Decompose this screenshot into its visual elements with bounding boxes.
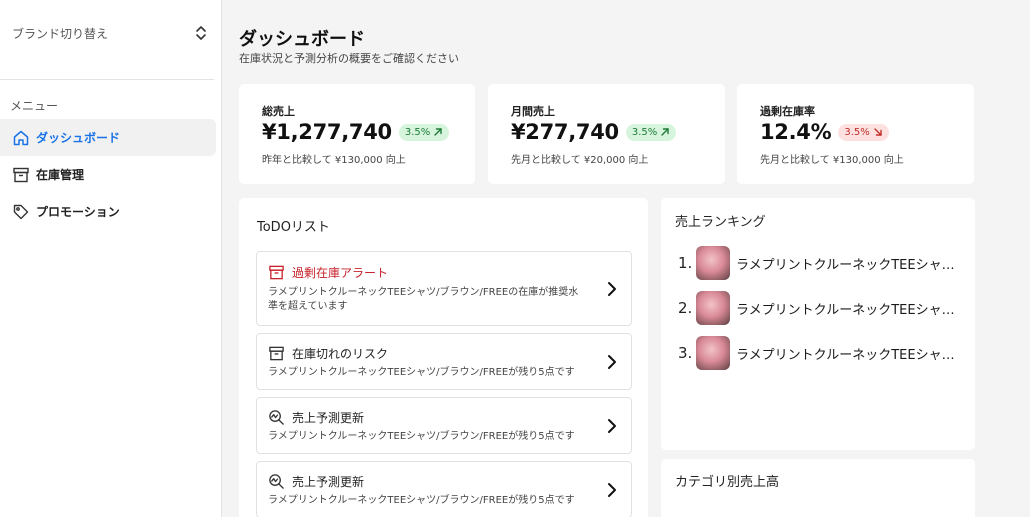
todo-item-title: 売上予測更新 — [292, 475, 365, 489]
sidebar-nav: ダッシュボード 在庫管理 プロモーション — [0, 119, 216, 230]
product-thumbnail — [696, 246, 730, 280]
kpi-label: 総売上 — [262, 105, 295, 118]
ranking-item[interactable]: 1. ラメプリントクルーネックTEEシャツ/ブラウン/FREE — [678, 246, 958, 280]
page-title: ダッシュボード — [239, 29, 365, 50]
chevron-right-icon — [608, 419, 616, 433]
ranking-item[interactable]: 2. ラメプリントクルーネックTEEシャツ/ブラウン/FREE — [678, 291, 958, 325]
brand-switcher-label: ブランド切り替え — [12, 26, 109, 41]
sidebar-divider — [0, 79, 214, 80]
product-thumbnail — [696, 336, 730, 370]
todo-item-desc: ラメプリントクルーネックTEEシャツ/ブラウン/FREEが残り5点です — [268, 367, 575, 378]
todo-item-desc: ラメプリントクルーネックTEEシャツ/ブラウン/FREEが残り5点です — [268, 431, 575, 442]
todo-item-overstock-alert[interactable]: 過剰在庫アラート ラメプリントクルーネックTEEシャツ/ブラウン/FREEの在庫… — [256, 251, 632, 326]
trend-badge: 3.5% — [838, 123, 889, 141]
ranking-number: 2. — [678, 299, 693, 317]
menu-heading: メニュー — [10, 99, 59, 113]
kpi-note: 先月と比較して ¥20,000 向上 — [511, 155, 649, 166]
home-icon — [12, 129, 30, 147]
product-name: ラメプリントクルーネックTEEシャツ/ブラウン/FREE — [736, 347, 958, 363]
arrow-up-right-icon — [661, 128, 669, 136]
ranking-item[interactable]: 3. ラメプリントクルーネックTEEシャツ/ブラウン/FREE — [678, 336, 958, 370]
todo-item-desc: ラメプリントクルーネックTEEシャツ/ブラウン/FREEの在庫が推奨水準を超えて… — [268, 287, 579, 312]
ranking-number: 1. — [678, 254, 693, 272]
brand-switcher[interactable]: ブランド切り替え — [12, 18, 208, 48]
todo-title: ToDOリスト — [257, 220, 330, 235]
chevron-right-icon — [608, 483, 616, 497]
product-name: ラメプリントクルーネックTEEシャツ/ブラウン/FREE — [736, 302, 958, 318]
sidebar-item-label: ダッシュボード — [36, 131, 121, 145]
chevron-right-icon — [608, 282, 616, 296]
kpi-note: 先月と比較して ¥130,000 向上 — [760, 155, 904, 166]
arrow-down-right-icon — [874, 128, 882, 136]
todo-card: ToDOリスト 過剰在庫アラート ラメプリントクルーネックTEEシャツ/ブラウン… — [239, 198, 648, 517]
sidebar-item-promotion[interactable]: プロモーション — [0, 193, 216, 230]
trend-badge-text: 3.5% — [631, 126, 658, 138]
archive-icon — [269, 265, 284, 280]
trend-badge: 3.5% — [398, 123, 450, 141]
product-name: ラメプリントクルーネックTEEシャツ/ブラウン/FREE — [736, 257, 958, 273]
todo-item-stockout-risk[interactable]: 在庫切れのリスク ラメプリントクルーネックTEEシャツ/ブラウン/FREEが残り… — [256, 333, 632, 390]
sidebar-item-inventory[interactable]: 在庫管理 — [0, 156, 216, 193]
kpi-value: 12.4% — [760, 120, 832, 144]
chevron-up-down-icon — [194, 24, 208, 42]
kpi-label: 月間売上 — [511, 105, 555, 118]
todo-item-title: 在庫切れのリスク — [292, 347, 389, 361]
kpi-card-monthly-sales: 月間売上 ¥277,740 3.5% 先月と比較して ¥20,000 向上 — [488, 84, 725, 184]
category-sales-title: カテゴリ別売上高 — [675, 475, 780, 490]
todo-item-title: 売上予測更新 — [292, 411, 365, 425]
page-subtitle: 在庫状況と予測分析の概要をご確認ください — [239, 52, 459, 65]
todo-item-title: 過剰在庫アラート — [292, 266, 389, 280]
search-chart-icon — [269, 474, 284, 489]
todo-item-desc: ラメプリントクルーネックTEEシャツ/ブラウン/FREEが残り5点です — [268, 495, 575, 506]
tag-icon — [12, 203, 30, 221]
todo-item-forecast-update[interactable]: 売上予測更新 ラメプリントクルーネックTEEシャツ/ブラウン/FREEが残り5点… — [256, 397, 632, 454]
sales-ranking-card: 売上ランキング 1. ラメプリントクルーネックTEEシャツ/ブラウン/FREE … — [661, 198, 975, 450]
trend-badge-text: 3.5% — [844, 126, 870, 138]
sidebar-item-label: 在庫管理 — [36, 168, 85, 182]
trend-badge: 3.5% — [625, 123, 677, 141]
todo-item-forecast-update[interactable]: 売上予測更新 ラメプリントクルーネックTEEシャツ/ブラウン/FREEが残り5点… — [256, 461, 632, 517]
ranking-title: 売上ランキング — [675, 215, 766, 230]
trend-badge-text: 3.5% — [404, 126, 431, 138]
kpi-card-overstock-rate: 過剰在庫率 12.4% 3.5% 先月と比較して ¥130,000 向上 — [737, 84, 974, 184]
arrow-up-right-icon — [434, 128, 442, 136]
product-thumbnail — [696, 291, 730, 325]
kpi-card-total-sales: 総売上 ¥1,277,740 3.5% 昨年と比較して ¥130,000 向上 — [239, 84, 475, 184]
category-sales-card: カテゴリ別売上高 — [661, 459, 975, 517]
kpi-value: ¥277,740 — [511, 120, 619, 144]
sidebar: ブランド切り替え メニュー ダッシュボード 在庫管理 プロモーション — [0, 0, 222, 517]
kpi-note: 昨年と比較して ¥130,000 向上 — [262, 155, 406, 166]
ranking-number: 3. — [678, 344, 693, 362]
archive-icon — [12, 166, 30, 184]
archive-icon — [269, 346, 284, 361]
kpi-value: ¥1,277,740 — [262, 120, 392, 144]
sidebar-item-dashboard[interactable]: ダッシュボード — [0, 119, 216, 156]
search-chart-icon — [269, 410, 284, 425]
sidebar-item-label: プロモーション — [36, 205, 120, 219]
kpi-label: 過剰在庫率 — [760, 105, 815, 118]
chevron-right-icon — [608, 355, 616, 369]
